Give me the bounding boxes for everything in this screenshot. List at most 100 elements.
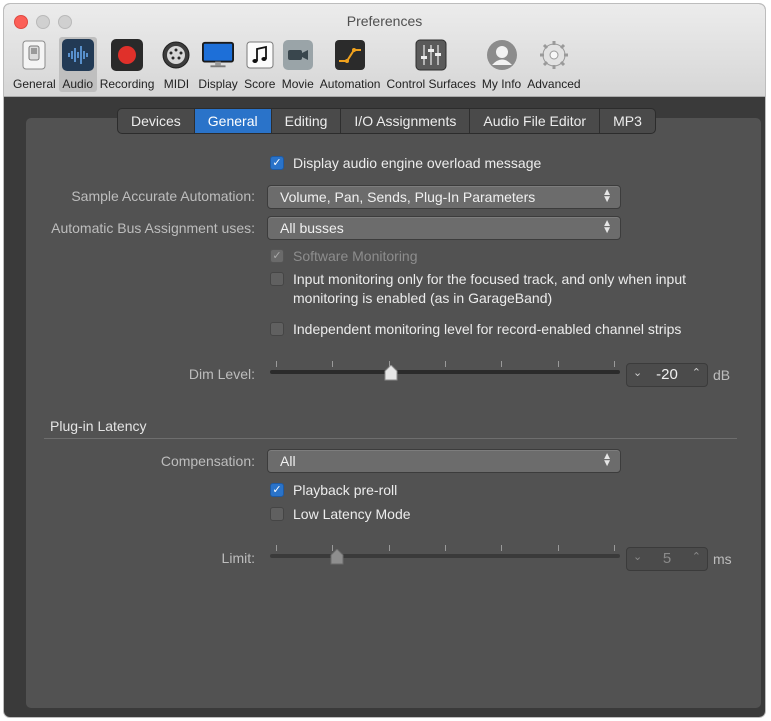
switch-icon [18, 39, 50, 71]
preferences-toolbar: General Audio Recording MIDI Display Sco… [10, 37, 584, 92]
toolbar-advanced[interactable]: Advanced [524, 37, 583, 92]
automation-curve-icon [334, 39, 366, 71]
playback-preroll-checkbox[interactable]: ✓ Playback pre-roll [270, 481, 397, 500]
toolbar-midi[interactable]: MIDI [157, 37, 195, 92]
toolbar-recording[interactable]: Recording [97, 37, 158, 92]
toolbar-audio[interactable]: Audio [58, 37, 97, 92]
checkmark-icon: ✓ [270, 249, 284, 263]
tab-general[interactable]: General [194, 109, 272, 133]
tab-bar: Devices General Editing I/O Assignments … [117, 108, 656, 134]
toolbar-label: Recording [99, 77, 155, 91]
tab-devices[interactable]: Devices [118, 109, 195, 133]
slider-thumb[interactable] [384, 364, 398, 381]
sample-accurate-value: Volume, Pan, Sends, Plug-In Parameters [280, 189, 536, 205]
slider-track [270, 370, 620, 374]
music-note-icon [244, 39, 276, 71]
toolbar-movie[interactable]: Movie [279, 37, 317, 92]
checkmark-icon: ✓ [270, 156, 284, 170]
toolbar-label: Movie [281, 77, 314, 91]
slider-tick [389, 545, 390, 551]
independent-monitoring-checkbox[interactable]: Independent monitoring level for record-… [270, 320, 681, 339]
toolbar-general[interactable]: General [10, 37, 59, 92]
toolbar-label: My Info [481, 77, 522, 91]
slider-track [270, 554, 620, 558]
popup-arrows-icon: ▲ ▼ [602, 187, 612, 205]
slider-tick [389, 361, 390, 367]
tab-io-assignments[interactable]: I/O Assignments [341, 109, 471, 133]
tab-editing[interactable]: Editing [272, 109, 342, 133]
toolbar-label: Automation [319, 77, 381, 91]
user-icon [486, 39, 518, 71]
playback-preroll-label: Playback pre-roll [293, 482, 398, 498]
toolbar-label: Audio [62, 77, 94, 91]
dim-level-unit: dB [713, 367, 731, 383]
faders-icon [415, 39, 447, 71]
compensation-popup[interactable]: All ▲ ▼ [267, 449, 621, 473]
toolbar-label: Score [244, 77, 276, 91]
section-divider [44, 438, 737, 439]
low-latency-label: Low Latency Mode [293, 506, 411, 522]
toolbar-control-surfaces[interactable]: Control Surfaces [383, 37, 478, 92]
toolbar-label: MIDI [163, 77, 190, 91]
checkbox-box [270, 322, 284, 336]
input-monitoring-line-1: Input monitoring only for the focused tr… [293, 271, 687, 287]
slider-thumb[interactable] [330, 548, 344, 565]
overload-message-label: Display audio engine overload message [293, 155, 542, 171]
checkbox-box [270, 507, 284, 521]
popup-arrows-icon: ▲ ▼ [602, 218, 612, 236]
limit-label: Limit: [221, 550, 255, 566]
compensation-value: All [280, 453, 296, 469]
title-bar: Preferences General Audio Recording MIDI… [4, 4, 765, 97]
input-monitoring-checkbox[interactable]: Input monitoring only for the focused tr… [270, 270, 686, 308]
slider-tick [445, 361, 446, 367]
plugin-latency-heading: Plug-in Latency [50, 418, 147, 434]
checkmark-icon: ✓ [270, 483, 284, 497]
low-latency-checkbox[interactable]: Low Latency Mode [270, 505, 411, 524]
slider-tick [614, 545, 615, 551]
slider-tick [501, 545, 502, 551]
midi-port-icon [160, 39, 192, 71]
dim-level-stepper[interactable]: ⌄ -20 ⌃ [626, 363, 708, 387]
slider-tick [445, 545, 446, 551]
popup-arrows-icon: ▲ ▼ [602, 451, 612, 469]
toolbar-automation[interactable]: Automation [317, 37, 384, 92]
bus-assignment-popup[interactable]: All busses ▲ ▼ [267, 216, 621, 240]
movie-camera-icon [282, 39, 314, 71]
slider-tick [276, 545, 277, 551]
toolbar-label: General [13, 77, 56, 91]
limit-stepper[interactable]: ⌄ 5 ⌃ [626, 547, 708, 571]
limit-unit: ms [713, 551, 732, 567]
toolbar-label: Display [198, 77, 238, 91]
record-icon [111, 39, 144, 71]
compensation-label: Compensation: [160, 453, 255, 469]
input-monitoring-line-2: monitoring is enabled (as in GarageBand) [293, 290, 553, 306]
slider-tick [276, 361, 277, 367]
overload-message-checkbox[interactable]: ✓ Display audio engine overload message [270, 154, 541, 173]
slider-tick [332, 545, 333, 551]
tab-audio-file-editor[interactable]: Audio File Editor [470, 109, 601, 133]
dim-level-slider[interactable] [270, 359, 620, 381]
chevron-up-icon[interactable]: ⌃ [692, 366, 701, 379]
monitor-icon [202, 39, 235, 71]
toolbar-score[interactable]: Score [241, 37, 279, 92]
toolbar-label: Control Surfaces [386, 77, 476, 91]
toolbar-display[interactable]: Display [195, 37, 240, 92]
sample-accurate-popup[interactable]: Volume, Pan, Sends, Plug-In Parameters ▲… [267, 185, 621, 209]
bus-assignment-label: Automatic Bus Assignment uses: [51, 220, 255, 236]
software-monitoring-checkbox[interactable]: ✓ Software Monitoring [270, 247, 418, 266]
waveform-icon [61, 39, 94, 71]
slider-tick [558, 361, 559, 367]
bus-assignment-value: All busses [280, 220, 344, 236]
toolbar-my-info[interactable]: My Info [479, 37, 524, 92]
limit-slider[interactable] [270, 543, 620, 565]
gear-icon [538, 39, 570, 71]
tab-mp3[interactable]: MP3 [600, 109, 655, 133]
slider-tick [614, 361, 615, 367]
input-monitoring-label: Input monitoring only for the focused tr… [293, 270, 686, 308]
checkbox-box [270, 272, 284, 286]
slider-tick [558, 545, 559, 551]
dim-level-label: Dim Level: [188, 366, 255, 382]
chevron-up-icon[interactable]: ⌃ [692, 550, 701, 563]
toolbar-label: Advanced [527, 77, 581, 91]
independent-monitoring-label: Independent monitoring level for record-… [293, 321, 682, 337]
